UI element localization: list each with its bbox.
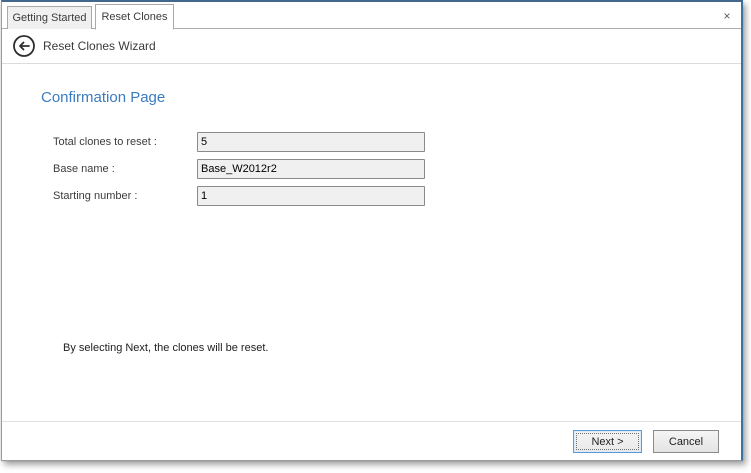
tab-getting-started[interactable]: Getting Started <box>7 6 92 29</box>
confirmation-note: By selecting Next, the clones will be re… <box>63 342 268 354</box>
page-title: Confirmation Page <box>41 89 165 106</box>
starting-number-label: Starting number : <box>53 186 137 206</box>
back-icon[interactable] <box>12 34 36 58</box>
tab-getting-started-label: Getting Started <box>13 12 87 24</box>
total-clones-label: Total clones to reset : <box>53 132 157 152</box>
next-button[interactable]: Next > <box>573 430 642 453</box>
total-clones-field[interactable] <box>197 132 425 152</box>
cancel-button[interactable]: Cancel <box>653 430 719 453</box>
tab-reset-clones-label: Reset Clones <box>101 11 167 23</box>
tab-bar: Getting Started Reset Clones × <box>2 2 741 29</box>
starting-number-field[interactable] <box>197 186 425 206</box>
base-name-label: Base name : <box>53 159 115 179</box>
base-name-field[interactable] <box>197 159 425 179</box>
wizard-footer: Next > Cancel <box>2 421 741 460</box>
tab-reset-clones[interactable]: Reset Clones <box>95 4 174 30</box>
wizard-page-content: Confirmation Page Total clones to reset … <box>2 65 741 421</box>
close-icon[interactable]: × <box>719 8 735 24</box>
reset-clones-wizard-window: Getting Started Reset Clones × Reset Clo… <box>1 0 743 461</box>
wizard-header: Reset Clones Wizard <box>2 29 741 64</box>
wizard-title: Reset Clones Wizard <box>43 39 156 53</box>
